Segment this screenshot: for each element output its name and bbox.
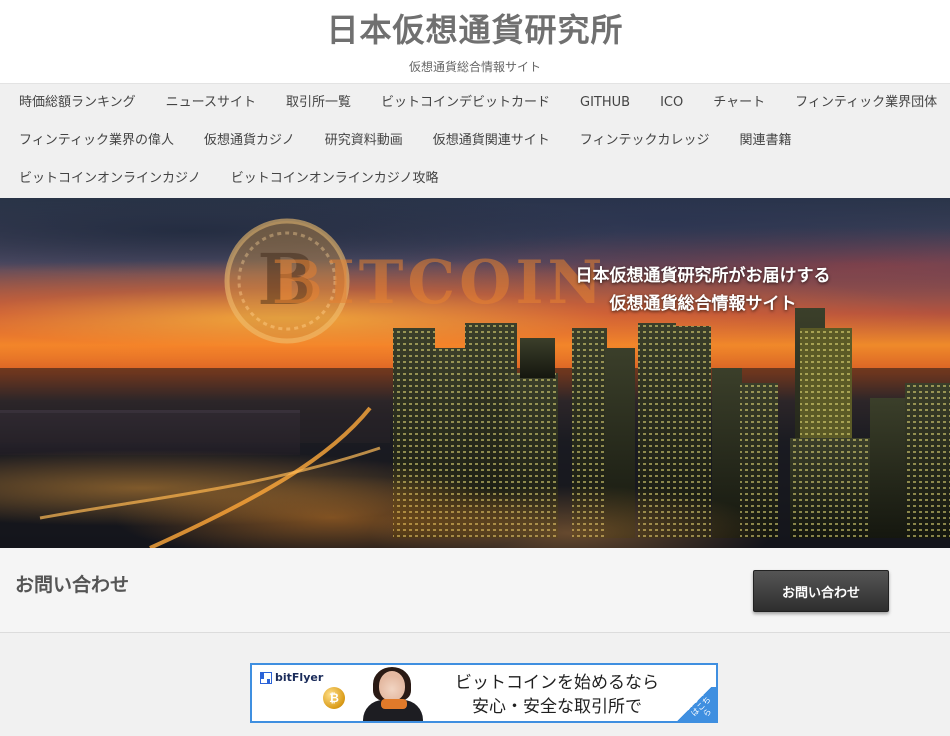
site-title[interactable]: 日本仮想通貨研究所 [0, 10, 950, 50]
hero-caption: 日本仮想通貨研究所がお届けする 仮想通貨総合情報サイト [553, 262, 853, 318]
ad-area: bitFlyer ₿ ビットコインを始めるなら 安心・安全な取引所で 詳しくはこ… [0, 633, 950, 736]
nav-item-chart[interactable]: チャート [698, 84, 780, 122]
site-header: 日本仮想通貨研究所 仮想通貨総合情報サイト [0, 0, 950, 83]
nav-item-github[interactable]: GITHUB [565, 84, 645, 122]
ad-copy-line-2: 安心・安全な取引所で [472, 697, 642, 717]
site-tagline: 仮想通貨総合情報サイト [408, 60, 541, 74]
ad-copy-line-1: ビットコインを始めるなら [455, 673, 659, 693]
nav-item-bitcoin-debit-card[interactable]: ビットコインデビットカード [366, 84, 565, 122]
nav-row-2: フィンティック業界の偉人 仮想通貨カジノ 研究資料動画 仮想通貨関連サイト フィ… [4, 122, 950, 160]
nav-item-exchanges[interactable]: 取引所一覧 [271, 84, 366, 122]
ad-details-label: 詳しくはこちら [682, 688, 714, 719]
nav-row-3: ビットコインオンラインカジノ ビットコインオンラインカジノ攻略 [4, 160, 950, 198]
nav-item-bitcoin-online-casino[interactable]: ビットコインオンラインカジノ [4, 160, 216, 198]
hero-banner: B BITCOIN 日本仮想通貨研究所がお届けする 仮想通貨総合情報サイト [0, 198, 950, 548]
hero-caption-line-1: 日本仮想通貨研究所がお届けする [575, 266, 831, 286]
bitflyer-brand: bitFlyer [275, 671, 324, 684]
nav-item-related-sites[interactable]: 仮想通貨関連サイト [418, 122, 565, 160]
ad-copy: ビットコインを始めるなら 安心・安全な取引所で [432, 671, 682, 719]
nav-item-related-books[interactable]: 関連書籍 [725, 122, 807, 160]
nav-item-news-sites[interactable]: ニュースサイト [151, 84, 271, 122]
bitcoin-coin-icon: ₿ [323, 687, 345, 709]
nav-item-fintech-groups[interactable]: フィンティック業界団体 [780, 84, 950, 122]
hero-caption-line-2: 仮想通貨総合情報サイト [609, 294, 797, 314]
nav-item-market-cap-ranking[interactable]: 時価総額ランキング [4, 84, 151, 122]
ad-details-corner[interactable]: 詳しくはこちら [672, 687, 716, 721]
nav-item-crypto-casino[interactable]: 仮想通貨カジノ [189, 122, 310, 160]
contact-button[interactable]: お問い合わせ [753, 570, 889, 612]
nav-item-bitcoin-online-casino-guide[interactable]: ビットコインオンラインカジノ攻略 [216, 160, 454, 198]
bitflyer-logo-icon [260, 671, 272, 684]
contact-section: お問い合わせ お問い合わせ [0, 548, 950, 633]
main-navigation: 時価総額ランキング ニュースサイト 取引所一覧 ビットコインデビットカード GI… [0, 83, 950, 198]
hero-city-lights [0, 398, 950, 548]
bitflyer-logo: bitFlyer [260, 671, 323, 684]
nav-row-1: 時価総額ランキング ニュースサイト 取引所一覧 ビットコインデビットカード GI… [4, 84, 950, 122]
nav-item-fintech-greats[interactable]: フィンティック業界の偉人 [4, 122, 189, 160]
nav-item-fintech-college[interactable]: フィンテックカレッジ [565, 122, 725, 160]
ad-model-image [355, 667, 427, 721]
bitflyer-ad-banner[interactable]: bitFlyer ₿ ビットコインを始めるなら 安心・安全な取引所で 詳しくはこ… [250, 663, 718, 723]
nav-item-research-videos[interactable]: 研究資料動画 [310, 122, 418, 160]
contact-heading: お問い合わせ [15, 574, 130, 596]
nav-item-ico[interactable]: ICO [645, 84, 698, 122]
